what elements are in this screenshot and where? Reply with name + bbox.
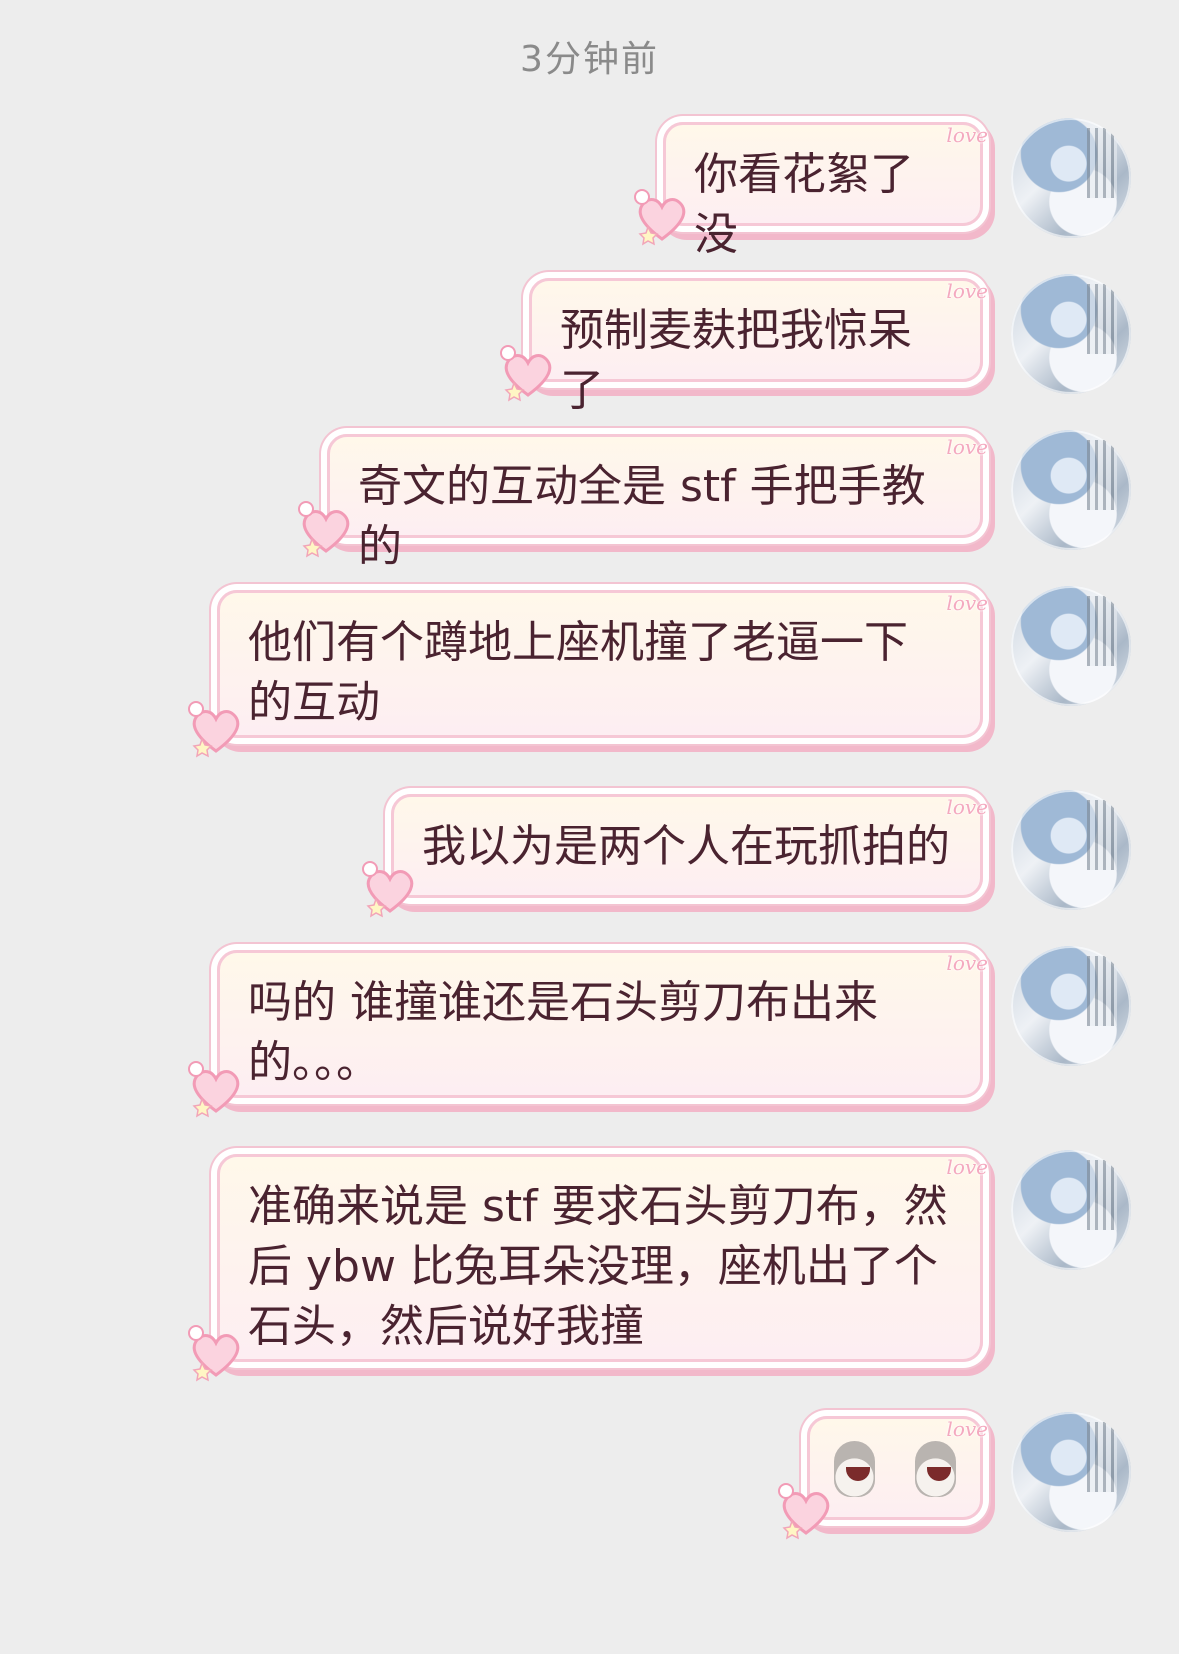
love-sticker-icon: love [946,279,988,303]
message-text: 吗的 谁撞谁还是石头剪刀布出来 的。。。 [248,977,878,1088]
message-bubble[interactable]: love 准确来说是 stf 要求石头剪刀布，然 后 ybw 比兔耳朵没理，座机… [188,1154,988,1382]
avatar[interactable] [1011,274,1131,394]
message-text: 准确来说是 stf 要求石头剪刀布，然 后 ybw 比兔耳朵没理，座机出了个 石… [248,1181,948,1352]
heart-icon [500,345,552,402]
message-text: 他们有个蹲地上座机撞了老逼一下 的互动 [248,617,908,728]
avatar[interactable] [1011,1150,1131,1270]
avatar[interactable] [1011,1412,1131,1532]
heart-icon [634,189,686,246]
message-text: 我以为是两个人在玩抓拍的 [422,821,950,872]
heart-icon [362,861,414,918]
crying-sheep-emoji-icon [834,1441,875,1497]
message-bubble[interactable]: love 奇文的互动全是 stf 手把手教的 [298,434,988,572]
message-bubble[interactable]: love 我以为是两个人在玩抓拍的 [362,794,988,918]
crying-sheep-emoji-icon [915,1441,956,1497]
love-sticker-icon: love [946,591,988,615]
message-text: 奇文的互动全是 stf 手把手教的 [358,461,926,572]
love-sticker-icon: love [946,1155,988,1179]
heart-icon [778,1483,830,1540]
avatar[interactable] [1011,430,1131,550]
avatar[interactable] [1011,118,1131,238]
heart-icon [188,701,240,758]
message-bubble[interactable]: love 预制麦麸把我惊呆了 [500,278,988,416]
heart-icon [188,1061,240,1118]
message-bubble[interactable]: love 你看花絮了没 [634,122,988,260]
message-text: 你看花絮了没 [694,149,914,260]
timestamp: 3分钟前 [520,39,659,80]
heart-icon [298,501,350,558]
love-sticker-icon: love [946,795,988,819]
avatar[interactable] [1011,586,1131,706]
love-sticker-icon: love [946,435,988,459]
message-bubble[interactable]: love 他们有个蹲地上座机撞了老逼一下 的互动 [188,590,988,758]
emoji-group [834,1437,956,1497]
love-sticker-icon: love [946,123,988,147]
avatar[interactable] [1011,946,1131,1066]
love-sticker-icon: love [946,951,988,975]
message-bubble[interactable]: love [778,1416,988,1540]
heart-icon [188,1325,240,1382]
message-text: 预制麦麸把我惊呆了 [560,305,912,416]
avatar[interactable] [1011,790,1131,910]
message-bubble[interactable]: love 吗的 谁撞谁还是石头剪刀布出来 的。。。 [188,950,988,1118]
